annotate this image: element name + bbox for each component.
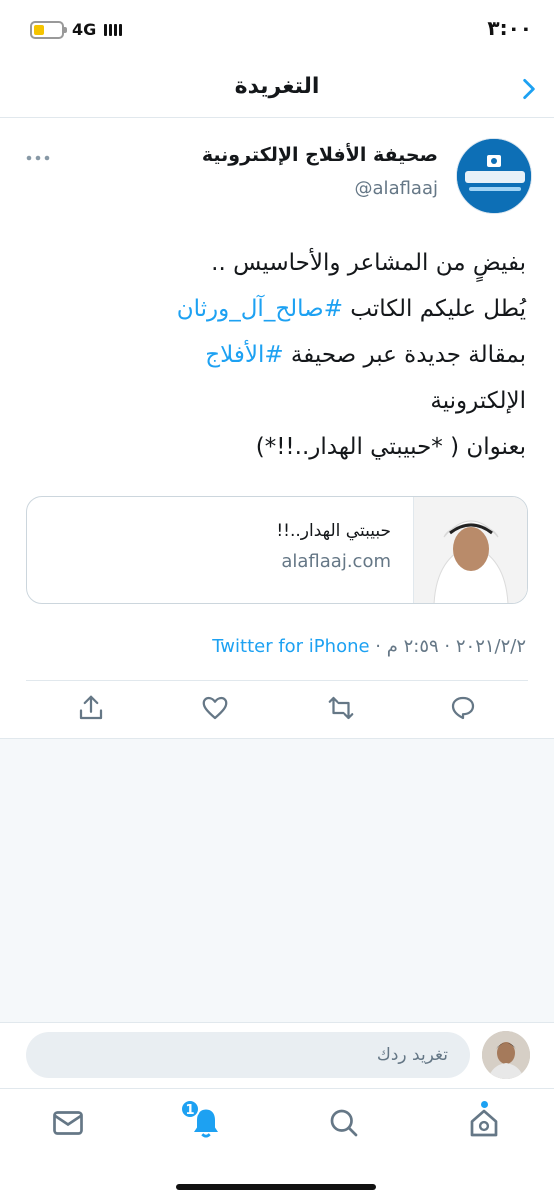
- card-domain: alaflaaj.com: [281, 551, 391, 572]
- tweet-actions: [0, 693, 554, 729]
- author-photo-icon: [414, 497, 527, 603]
- messages-icon[interactable]: [50, 1105, 86, 1141]
- tweet: صحيفة الأفلاج الإلكترونية @alaflaaj بفيض…: [0, 118, 554, 738]
- page-title: التغريدة: [234, 74, 320, 99]
- card-title: حبيبتي الهدار..!!: [276, 521, 391, 541]
- card-thumbnail: [413, 497, 527, 603]
- like-icon[interactable]: [200, 693, 230, 723]
- notification-badge: 1: [180, 1099, 200, 1119]
- tweet-meta: ٢٠٢١/٢/٢ · ٢:٥٩ م · Twitter for iPhone: [20, 636, 526, 657]
- author-name[interactable]: صحيفة الأفلاج الإلكترونية: [202, 144, 438, 166]
- divider: [26, 680, 528, 681]
- bottom-tab-bar: 1: [0, 1088, 554, 1200]
- retweet-icon[interactable]: [326, 693, 356, 723]
- battery-icon: [30, 20, 67, 39]
- tweet-source-link[interactable]: Twitter for iPhone: [212, 636, 369, 657]
- tweet-date: ٢٠٢١/٢/٢: [455, 636, 526, 657]
- meta-separator: ·: [438, 636, 456, 657]
- tweet-text-span: بمقالة جديدة عبر صحيفة: [283, 342, 526, 368]
- home-indicator: [176, 1184, 376, 1190]
- reply-bar: [0, 1022, 554, 1088]
- signal-icon: [104, 23, 123, 36]
- author-avatar[interactable]: [456, 138, 532, 214]
- chevron-right-icon: [523, 78, 535, 100]
- tweet-line: الإلكترونية: [430, 388, 526, 414]
- new-content-dot: [481, 1101, 488, 1108]
- tweet-line: بفيضٍ من المشاعر والأحاسيس ..: [211, 250, 526, 276]
- battery-level: [34, 24, 45, 35]
- meta-separator: ·: [369, 636, 387, 657]
- user-avatar[interactable]: [482, 1031, 530, 1079]
- search-icon[interactable]: [326, 1105, 362, 1141]
- top-nav: التغريدة: [0, 62, 554, 118]
- publication-logo: [457, 139, 531, 213]
- status-left: 4G: [30, 20, 123, 39]
- empty-replies-area: [0, 738, 554, 1022]
- hashtag-link[interactable]: #الأفلاج: [205, 342, 283, 368]
- notifications-tab[interactable]: 1: [180, 1099, 224, 1141]
- hashtag-link[interactable]: #صالح_آل_ورثان: [177, 296, 343, 322]
- tweet-time: ٢:٥٩ م: [386, 636, 439, 657]
- tweet-line: يُطل عليكم الكاتب #صالح_آل_ورثان: [20, 286, 526, 332]
- home-tab[interactable]: [466, 1101, 502, 1141]
- tweet-text: بفيضٍ من المشاعر والأحاسيس .. يُطل عليكم…: [20, 240, 526, 470]
- clock: ٣:٠٠: [487, 16, 532, 40]
- tweet-line: بمقالة جديدة عبر صحيفة #الأفلاج: [20, 332, 526, 378]
- reply-input[interactable]: [26, 1032, 470, 1078]
- back-button[interactable]: [516, 76, 542, 102]
- share-icon[interactable]: [76, 693, 106, 723]
- home-icon: [470, 1109, 498, 1137]
- more-options-icon[interactable]: [26, 154, 50, 162]
- user-photo-icon: [482, 1031, 530, 1079]
- author-handle[interactable]: @alaflaaj: [355, 178, 438, 199]
- status-bar: 4G ٣:٠٠: [0, 0, 554, 62]
- network-label: 4G: [72, 20, 97, 39]
- reply-icon[interactable]: [448, 693, 478, 723]
- tweet-line: بعنوان ( *حبيبتي الهدار..!!*): [255, 434, 526, 460]
- link-preview-card[interactable]: حبيبتي الهدار..!! alaflaaj.com: [26, 496, 528, 604]
- tweet-text-span: يُطل عليكم الكاتب: [342, 296, 526, 322]
